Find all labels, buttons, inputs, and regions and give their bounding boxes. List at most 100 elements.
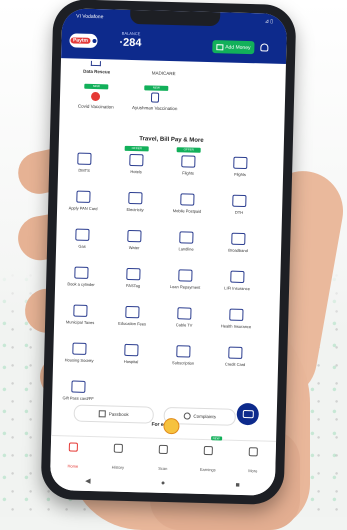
service-label: Housing Society — [64, 357, 94, 364]
bulb-icon — [128, 191, 143, 205]
service-tile[interactable]: Housing Society — [57, 342, 102, 375]
nav-label: History — [111, 464, 125, 470]
service-label[interactable]: Ayushman Vaccination — [132, 105, 178, 111]
add-money-label: Add Money — [225, 43, 251, 51]
service-tile[interactable]: Flights — [218, 156, 263, 189]
service-tile[interactable]: Education Fees — [110, 305, 155, 339]
chat-fab-button[interactable] — [236, 402, 260, 426]
service-tile[interactable]: DMTS — [62, 152, 107, 185]
recents-icon[interactable]: ■ — [235, 481, 239, 488]
service-label: Cable TV — [175, 322, 193, 328]
offer-badge: OFFER — [176, 147, 201, 153]
service-label: Loan Repayment — [169, 284, 201, 290]
syringe-icon[interactable] — [150, 92, 160, 103]
nav-item-home[interactable]: Home — [55, 436, 92, 471]
service-label: Gift Pass card/FF — [62, 395, 94, 402]
umbrella-icon — [230, 270, 245, 283]
chat-icon — [242, 409, 254, 419]
service-tile[interactable]: Health Insurance — [214, 308, 259, 341]
tap-icon — [127, 229, 142, 243]
home-circle-icon[interactable]: ● — [161, 479, 165, 486]
back-icon[interactable]: ◀ — [85, 477, 91, 485]
service-tile[interactable]: Electricity — [113, 191, 158, 225]
status-icons: ⊿ ▯ — [264, 18, 274, 25]
service-tile[interactable]: OFFER Flights — [166, 147, 211, 188]
phone-screen: VI Vodafone ⊿ ▯ Paytm BALANCE ·284 Add M… — [49, 8, 288, 496]
refresh-icon — [183, 412, 191, 420]
loan-icon — [178, 269, 193, 282]
service-label: Book a cylinder — [67, 281, 95, 288]
service-label: LIFI Insurance — [224, 285, 250, 292]
service-label: DTH — [234, 209, 244, 215]
phone-icon — [179, 231, 194, 244]
creditcard-icon — [228, 346, 243, 359]
passbook-button[interactable]: Passbook — [73, 404, 154, 424]
service-tile[interactable]: Loan Repayment — [163, 269, 208, 302]
carrier-label: VI Vodafone — [76, 13, 104, 21]
service-tile[interactable]: Hospital — [109, 343, 154, 376]
new-badge: NEW — [84, 83, 109, 90]
nav-label: Earnings — [199, 466, 216, 473]
history-icon — [113, 443, 123, 453]
dish-icon — [232, 194, 247, 208]
more-icon — [248, 447, 258, 457]
shield-icon — [229, 308, 244, 321]
bell-icon[interactable] — [260, 43, 269, 52]
service-label[interactable]: Data Rescue — [75, 68, 119, 75]
cylinder-icon — [74, 266, 89, 279]
bus-icon — [77, 152, 92, 165]
paytm-logo[interactable]: Paytm — [69, 33, 98, 49]
building-icon — [73, 304, 88, 317]
service-tile[interactable]: Cable TV — [162, 307, 207, 340]
service-label: Municipal Taxes — [65, 319, 95, 326]
logo-text: Paytm — [70, 37, 91, 44]
service-label: Broadband — [228, 247, 248, 254]
nav-item-scan[interactable]: Scan — [145, 438, 182, 473]
toggle-dot-icon — [91, 38, 97, 44]
qr-icon — [71, 380, 86, 393]
service-tile[interactable]: Apply PAN Card — [61, 190, 106, 223]
service-tile[interactable]: Gas — [60, 228, 105, 261]
service-tile[interactable]: Subscription — [161, 345, 206, 378]
section-title: Travel, Bill Pay & More — [139, 136, 204, 144]
service-tile[interactable]: Credit Card — [213, 346, 258, 379]
home-icon — [68, 442, 78, 452]
complaints-label: Complaints — [193, 413, 217, 420]
promo-ball-icon[interactable] — [163, 417, 180, 435]
school-icon — [125, 305, 140, 319]
hospital-icon — [124, 343, 139, 357]
tv-icon — [177, 307, 192, 320]
service-tile[interactable]: Municipal Taxes — [58, 304, 103, 337]
service-label: Flights — [234, 171, 247, 177]
service-tile[interactable]: Mobile Postpaid — [165, 193, 210, 226]
service-label: Mobile Postpaid — [172, 208, 202, 214]
service-tile[interactable]: DTH — [217, 194, 262, 227]
router-icon — [231, 232, 246, 246]
nav-item-earnings[interactable]: NEW Earnings — [190, 436, 227, 475]
service-label: Landline — [178, 246, 194, 252]
service-label[interactable]: MADICARE — [139, 70, 189, 77]
nav-item-more[interactable]: More — [235, 441, 272, 476]
add-money-button[interactable]: Add Money — [212, 40, 255, 55]
rescue-icon — [90, 60, 101, 67]
service-label: Credit Card — [224, 361, 246, 368]
wallet-icon — [216, 43, 224, 50]
passbook-icon — [98, 410, 106, 418]
service-tile[interactable]: Water — [112, 229, 157, 263]
service-label: Hotels — [130, 168, 142, 175]
service-tile[interactable]: Book a cylinder — [59, 266, 104, 299]
smartphone: VI Vodafone ⊿ ▯ Paytm BALANCE ·284 Add M… — [40, 0, 297, 506]
service-tile[interactable]: Broadband — [216, 232, 261, 265]
balance-amount: ·284 — [119, 36, 142, 50]
service-tile[interactable]: OFFER Hotels — [114, 145, 159, 187]
service-tile[interactable]: FASTag — [111, 267, 156, 301]
service-tile[interactable]: LIFI Insurance — [215, 270, 260, 303]
chart-icon — [203, 445, 213, 456]
bottom-nav: Home History Scan NEW Earnings More — [50, 434, 277, 476]
service-tile[interactable]: Landline — [164, 231, 209, 264]
service-label: DMTS — [78, 167, 90, 173]
service-label[interactable]: Covid Vaccination — [70, 103, 122, 110]
house-icon — [72, 342, 87, 355]
vaccine-icon[interactable] — [90, 91, 101, 102]
nav-item-history[interactable]: History — [100, 437, 137, 472]
